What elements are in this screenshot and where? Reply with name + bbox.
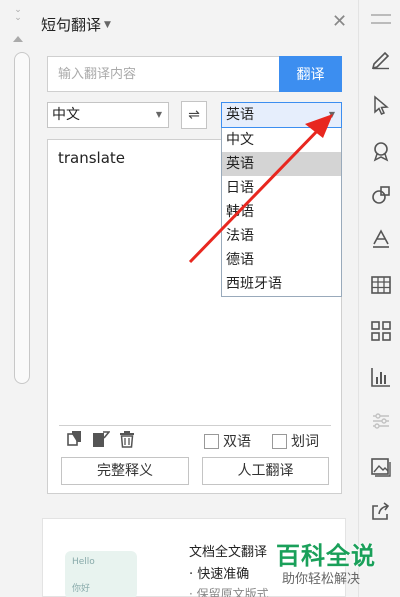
promo-bullet: · 保留原文版式 — [189, 587, 269, 597]
scroll-up-arrow-icon[interactable] — [13, 36, 23, 42]
checkbox-box[interactable] — [204, 433, 219, 449]
table-icon[interactable] — [370, 274, 392, 296]
pen-icon[interactable] — [370, 48, 392, 70]
badge-icon[interactable] — [370, 140, 392, 162]
target-language-dropdown: 中文 英语 日语 韩语 法语 德语 西班牙语 — [221, 127, 342, 297]
translate-input-row: 翻译 — [47, 56, 342, 92]
language-option[interactable]: 日语 — [222, 176, 341, 200]
language-option[interactable]: 英语 — [222, 152, 341, 176]
cursor-icon[interactable] — [370, 94, 392, 116]
translate-input[interactable] — [47, 56, 279, 92]
title-caret-icon: ▼ — [104, 20, 111, 30]
trash-icon[interactable] — [118, 430, 136, 448]
language-option[interactable]: 西班牙语 — [222, 272, 341, 296]
chevron-down-icon: ▼ — [328, 110, 335, 119]
chevron-down-icon: ▼ — [155, 110, 162, 119]
share-icon[interactable] — [370, 500, 392, 522]
bar-chart-icon[interactable] — [370, 366, 392, 388]
sliders-icon[interactable] — [370, 410, 392, 432]
translate-panel: 短句翻译▼ ✕ 翻译 中文 ▼ ⇌ translate — [34, 0, 356, 597]
human-translation-button[interactable]: 人工翻译 — [202, 457, 329, 485]
panel-title[interactable]: 短句翻译 ▼ — [41, 14, 111, 35]
swap-languages-button[interactable]: ⇌ — [181, 101, 207, 129]
watermark: 百科全说 助你轻松解决 — [276, 536, 400, 597]
bilingual-checkbox[interactable]: 双语 — [204, 431, 251, 451]
watermark-slogan: 助你轻松解决 — [282, 572, 361, 587]
full-definition-button[interactable]: 完整释义 — [61, 457, 189, 485]
menu-handle-icon[interactable] — [371, 14, 391, 24]
target-language-select[interactable]: 英语 ▼ — [221, 102, 342, 128]
panel-scroll-strip: ⌄ ⌄ — [0, 0, 34, 597]
scrollbar-thumb[interactable] — [14, 52, 30, 384]
language-option[interactable]: 德语 — [222, 248, 341, 272]
word-select-checkbox[interactable]: 划词 — [272, 431, 319, 451]
shapes-icon[interactable] — [370, 184, 392, 206]
edit-doc-icon[interactable] — [92, 430, 110, 448]
image-gallery-icon[interactable] — [370, 456, 392, 478]
source-language-select[interactable]: 中文 ▼ — [47, 102, 169, 128]
translate-button[interactable]: 翻译 — [279, 56, 342, 92]
promo-bullet: · 快速准确 — [189, 567, 250, 582]
collapse-chevrons-icon[interactable]: ⌄ ⌄ — [13, 6, 23, 24]
close-icon[interactable]: ✕ — [332, 12, 347, 32]
promo-title: 文档全文翻译 — [189, 545, 268, 560]
translation-result-text: translate — [58, 149, 126, 167]
checkbox-box[interactable] — [272, 433, 287, 449]
language-option[interactable]: 法语 — [222, 224, 341, 248]
copy-icon[interactable] — [66, 430, 84, 448]
grid-icon[interactable] — [370, 320, 392, 342]
text-style-icon[interactable] — [370, 228, 392, 250]
divider — [59, 425, 331, 426]
watermark-brand: 百科全说 — [276, 542, 376, 570]
language-option[interactable]: 中文 — [222, 128, 341, 152]
promo-illustration: Hello 你好 — [65, 551, 137, 597]
right-toolbar — [358, 0, 400, 597]
language-option[interactable]: 韩语 — [222, 200, 341, 224]
